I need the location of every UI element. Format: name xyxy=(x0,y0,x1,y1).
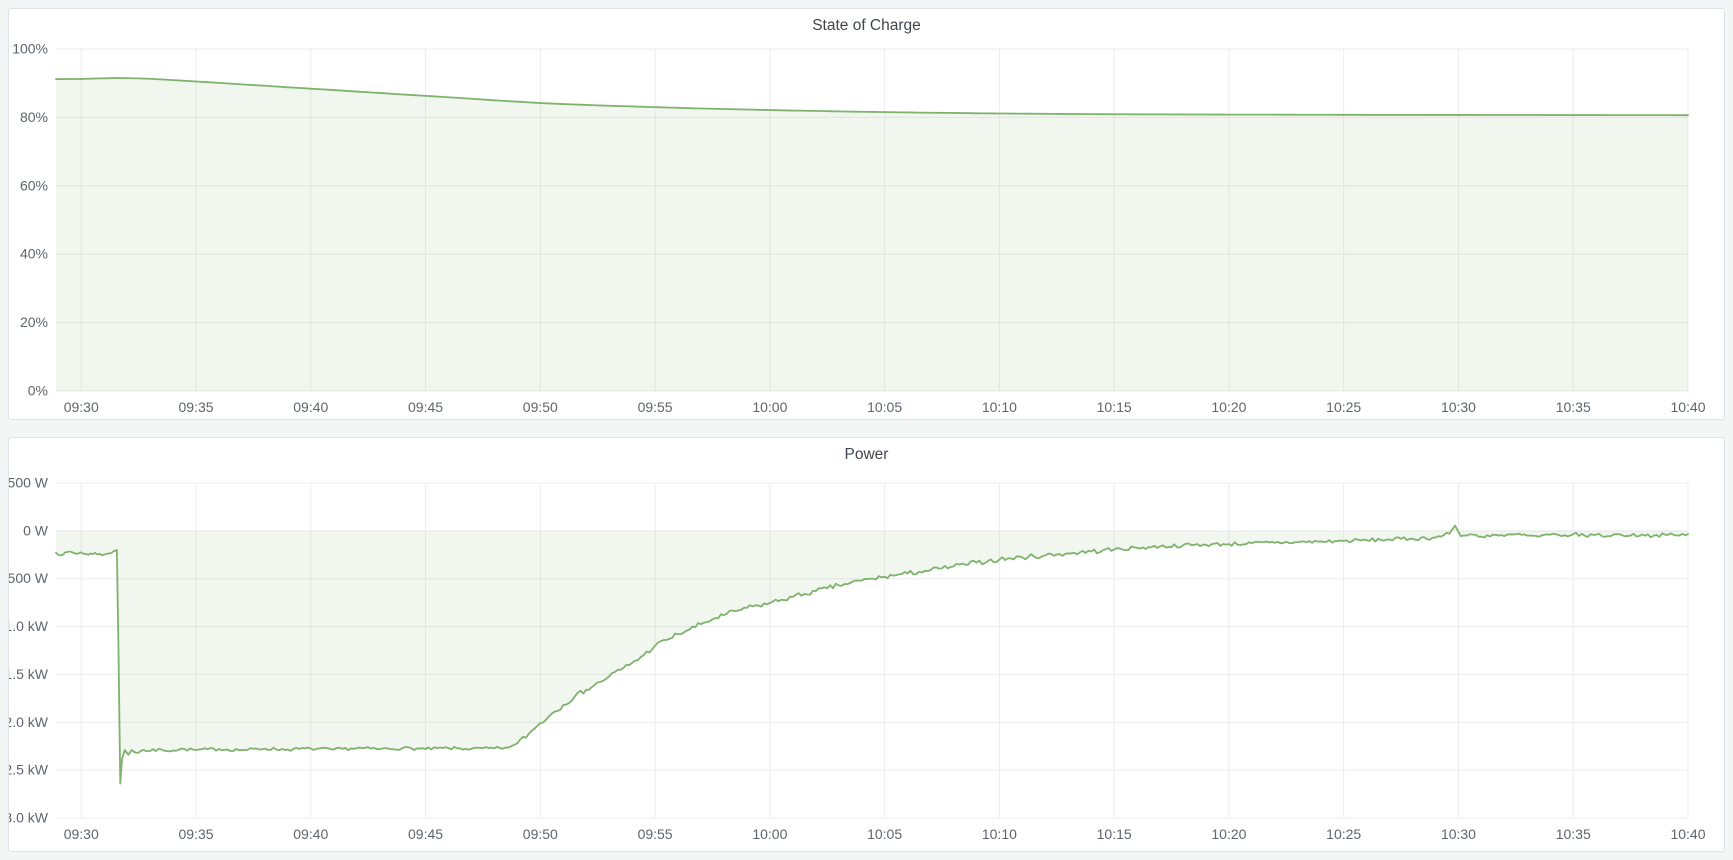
panel-title-state-of-charge: State of Charge xyxy=(9,9,1724,37)
series-fill xyxy=(56,526,1688,784)
y-axis-tick-label: 40% xyxy=(20,246,48,262)
x-axis-tick-label: 10:25 xyxy=(1326,826,1361,842)
x-axis-tick-label: 10:25 xyxy=(1326,399,1361,415)
x-axis-tick-label: 10:05 xyxy=(867,399,902,415)
x-axis-tick-label: 10:40 xyxy=(1670,399,1705,415)
soc-plot-area: 09:30 09:35 09:40 09:45 09:50 09:55 10:00 10:05… xyxy=(9,9,1724,419)
panel-power: Power 09:30 09:35 09:40 09:45 09:50 09:55 10:0… xyxy=(8,437,1725,852)
x-axis-tick-label: 09:30 xyxy=(64,826,99,842)
x-axis-tick-label: 09:55 xyxy=(638,826,673,842)
x-axis-tick-label: 09:50 xyxy=(523,826,558,842)
series-fill xyxy=(56,78,1688,391)
y-axis-tick-label: 0 W xyxy=(23,522,49,538)
y-axis-tick-label: 60% xyxy=(20,177,48,193)
x-axis-tick-label: 10:10 xyxy=(982,826,1017,842)
y-axis-tick-label: 80% xyxy=(20,109,48,125)
y-axis-tick-label: -2.0 kW xyxy=(9,714,49,730)
x-axis-tick-label: 10:15 xyxy=(1097,826,1132,842)
x-axis-tick-label: 10:20 xyxy=(1211,399,1246,415)
y-axis-tick-label: -2.5 kW xyxy=(9,762,49,778)
x-axis-tick-label: 10:00 xyxy=(752,826,787,842)
x-axis-tick-label: 09:35 xyxy=(178,826,213,842)
y-axis-tick-label: -1.0 kW xyxy=(9,618,49,634)
x-axis-tick-label: 09:40 xyxy=(293,826,328,842)
y-axis-tick-label: 100% xyxy=(12,41,48,57)
y-axis-tick-label: 500 W xyxy=(9,475,49,491)
x-axis-tick-label: 09:55 xyxy=(638,399,673,415)
power-plot-area: 09:30 09:35 09:40 09:45 09:50 09:55 10:00 10:05… xyxy=(9,438,1724,851)
x-axis-tick-label: 10:15 xyxy=(1097,399,1132,415)
y-axis-tick-label: 20% xyxy=(20,314,48,330)
y-axis-tick-label: -1.5 kW xyxy=(9,666,49,682)
x-axis-tick-label: 10:05 xyxy=(867,826,902,842)
x-axis-tick-label: 09:45 xyxy=(408,826,443,842)
x-axis-tick-label: 10:20 xyxy=(1211,826,1246,842)
x-axis-tick-label: 10:35 xyxy=(1556,826,1591,842)
panel-state-of-charge: State of Charge 09:30 09:35 09:40 09:45 09:5… xyxy=(8,8,1725,420)
x-axis-tick-label: 10:30 xyxy=(1441,826,1476,842)
y-axis-tick-label: 0% xyxy=(28,383,48,399)
x-axis-tick-label: 09:40 xyxy=(293,399,328,415)
power-chart-canvas[interactable]: 09:30 09:35 09:40 09:45 09:50 09:55 10:00 10:05… xyxy=(9,438,1724,851)
y-axis-tick-label: -3.0 kW xyxy=(9,810,49,826)
x-axis-tick-label: 09:30 xyxy=(64,399,99,415)
panel-title-power: Power xyxy=(9,438,1724,466)
y-axis-tick-label: -500 W xyxy=(9,570,49,586)
x-axis-tick-label: 09:50 xyxy=(523,399,558,415)
x-axis-tick-label: 09:45 xyxy=(408,399,443,415)
grafana-dashboard: { "colors": { "page_bg": "#f4f5f5", "pan… xyxy=(0,0,1733,860)
x-axis-tick-label: 10:10 xyxy=(982,399,1017,415)
x-axis-tick-label: 10:35 xyxy=(1556,399,1591,415)
x-axis-tick-label: 10:00 xyxy=(752,399,787,415)
x-axis-tick-label: 09:35 xyxy=(178,399,213,415)
soc-chart-canvas[interactable]: 09:30 09:35 09:40 09:45 09:50 09:55 10:00 10:05… xyxy=(9,9,1724,419)
x-axis-tick-label: 10:40 xyxy=(1670,826,1705,842)
x-axis-tick-label: 10:30 xyxy=(1441,399,1476,415)
